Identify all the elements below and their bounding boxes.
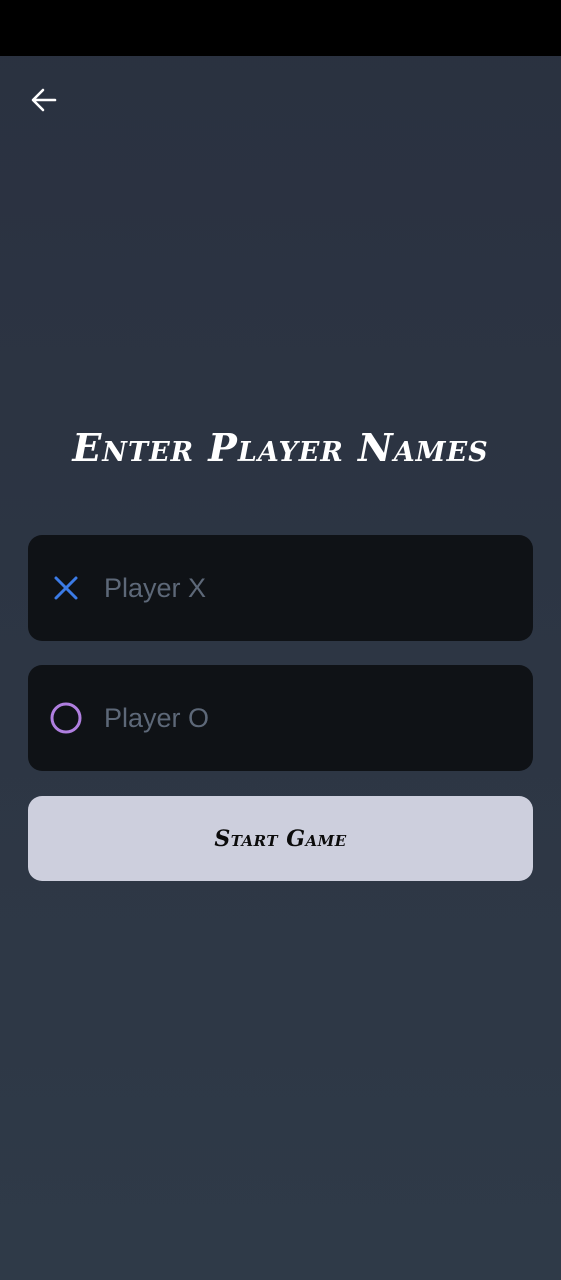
circle-o-icon [50, 702, 82, 734]
player-o-input[interactable] [104, 688, 533, 748]
player-x-field[interactable] [28, 535, 533, 641]
field-icon-container [28, 535, 104, 641]
start-game-button[interactable]: Start Game [28, 796, 533, 881]
status-bar [0, 0, 561, 56]
player-o-field[interactable] [28, 665, 533, 771]
page-title: Enter Player Names [72, 425, 489, 471]
arrow-left-icon [31, 88, 57, 112]
field-icon-container [28, 665, 104, 771]
player-x-input[interactable] [104, 558, 533, 618]
x-mark-icon [54, 576, 78, 600]
back-button[interactable] [24, 80, 64, 120]
